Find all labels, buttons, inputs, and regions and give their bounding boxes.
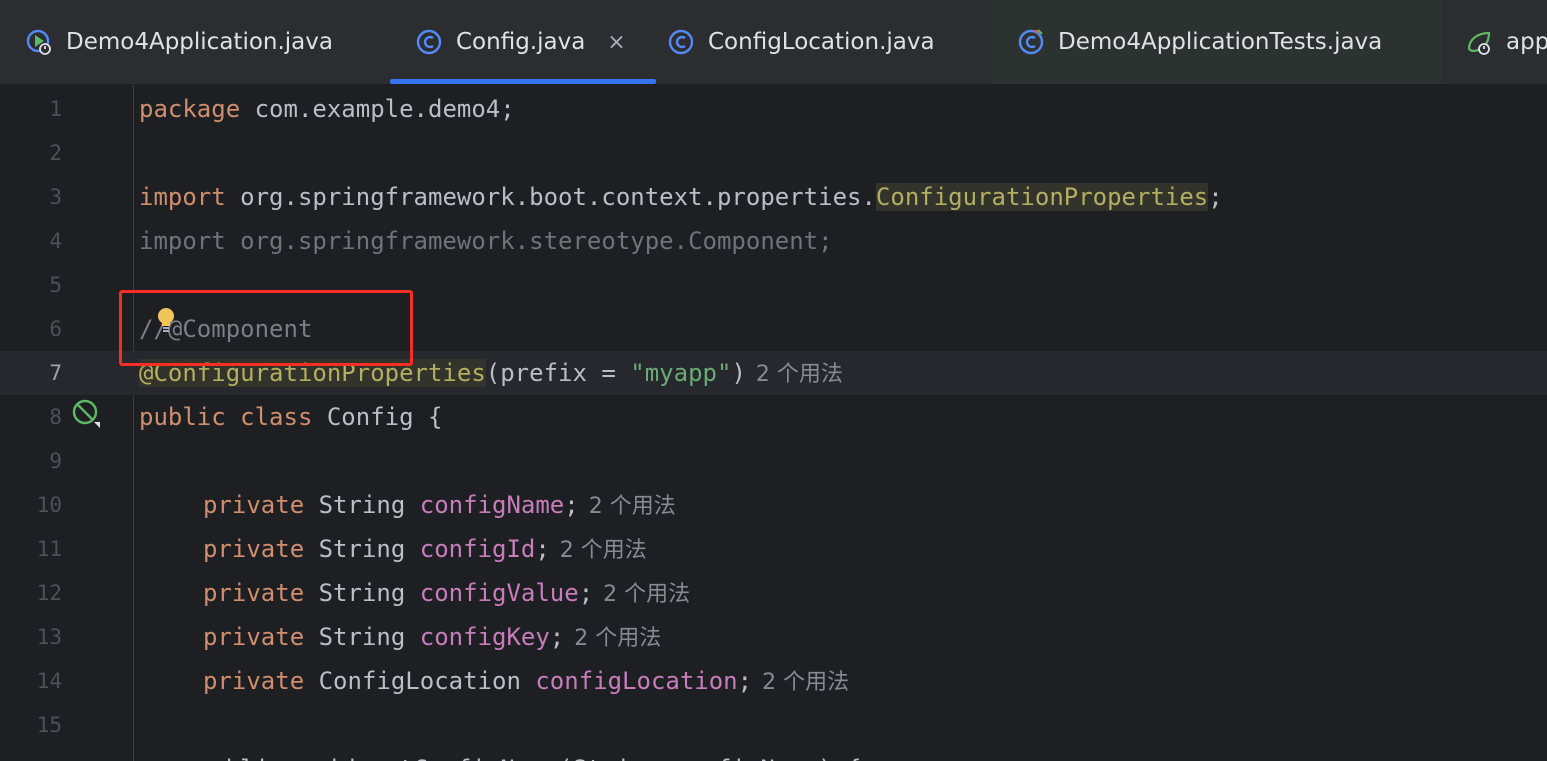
code-editor[interactable]: 1 package com.example.demo4; 2 3 import … xyxy=(0,85,1547,761)
class-icon xyxy=(416,29,442,55)
code-text: private String configValue; 2 个用法 xyxy=(203,579,691,607)
code-line[interactable]: 4 import org.springframework.stereotype.… xyxy=(0,219,1547,263)
spring-config-icon xyxy=(1466,29,1492,55)
usage-hint: 2 个用法 xyxy=(574,626,662,651)
line-number: 15 xyxy=(36,713,62,737)
code-text: public class Config { xyxy=(139,403,443,431)
line-number: 5 xyxy=(49,273,62,297)
code-text: private String configKey; 2 个用法 xyxy=(203,623,662,651)
code-text: private ConfigLocation configLocation; 2 … xyxy=(203,667,850,695)
tab-demo4applicationtests[interactable]: Demo4ApplicationTests.java xyxy=(992,0,1442,84)
usage-hint: 2 个用法 xyxy=(755,362,843,387)
line-number: 9 xyxy=(49,449,62,473)
line-number: 1 xyxy=(49,97,62,121)
line-number: 14 xyxy=(36,669,62,693)
code-line[interactable]: 14 private ConfigLocation configLocation… xyxy=(0,659,1547,703)
code-line-partial[interactable]: public void setConfigName(String configN… xyxy=(0,747,1547,761)
code-line[interactable]: 3 import org.springframework.boot.contex… xyxy=(0,175,1547,219)
tab-demo4application[interactable]: Demo4Application.java xyxy=(26,0,333,84)
line-number: 6 xyxy=(49,317,62,341)
tab-label: Demo4ApplicationTests.java xyxy=(1058,29,1383,55)
tab-label: Demo4Application.java xyxy=(66,29,333,55)
highlight-box xyxy=(119,290,413,366)
code-line[interactable]: 1 package com.example.demo4; xyxy=(0,87,1547,131)
tab-label: app xyxy=(1506,29,1547,55)
tab-label: Config.java xyxy=(456,29,586,55)
tab-app-config[interactable]: app xyxy=(1466,0,1547,84)
code-line[interactable]: 9 xyxy=(0,439,1547,483)
code-text: package com.example.demo4; xyxy=(139,95,515,123)
code-line[interactable]: 8 public class Config { xyxy=(0,395,1547,439)
unused-import-text: import org.springframework.stereotype.Co… xyxy=(139,227,833,255)
editor-tab-bar: Demo4Application.java Config.java × Conf… xyxy=(0,0,1547,85)
code-text: public void setConfigName(String configN… xyxy=(139,747,862,761)
line-number: 4 xyxy=(49,229,62,253)
code-line[interactable]: 12 private String configValue; 2 个用法 xyxy=(0,571,1547,615)
tab-configlocation[interactable]: ConfigLocation.java xyxy=(668,0,935,84)
code-line[interactable]: 15 xyxy=(0,703,1547,747)
usage-hint: 2 个用法 xyxy=(588,494,676,519)
code-text: private String configId; 2 个用法 xyxy=(203,535,647,563)
tab-label: ConfigLocation.java xyxy=(708,29,935,55)
close-icon[interactable]: × xyxy=(607,30,625,55)
code-text: private String configName; 2 个用法 xyxy=(203,491,676,519)
test-class-icon xyxy=(1018,29,1044,55)
usage-hint: 2 个用法 xyxy=(559,538,647,563)
spring-bean-disabled-icon[interactable] xyxy=(70,398,102,430)
line-number: 13 xyxy=(36,625,62,649)
code-line[interactable]: 2 xyxy=(0,131,1547,175)
line-number: 12 xyxy=(36,581,62,605)
tab-config[interactable]: Config.java × xyxy=(390,0,656,84)
class-icon xyxy=(668,29,694,55)
line-number: 2 xyxy=(49,141,62,165)
code-line[interactable]: 10 private String configName; 2 个用法 xyxy=(0,483,1547,527)
usage-hint: 2 个用法 xyxy=(762,670,850,695)
line-number: 10 xyxy=(36,493,62,517)
line-number: 11 xyxy=(36,537,62,561)
usage-hint: 2 个用法 xyxy=(603,582,691,607)
active-tab-indicator xyxy=(390,79,656,84)
line-number: 3 xyxy=(49,185,62,209)
code-line[interactable]: 11 private String configId; 2 个用法 xyxy=(0,527,1547,571)
code-line[interactable]: 13 private String configKey; 2 个用法 xyxy=(0,615,1547,659)
code-text: import org.springframework.boot.context.… xyxy=(139,183,1223,211)
line-number: 7 xyxy=(49,361,62,385)
line-number: 8 xyxy=(49,405,62,429)
spring-boot-run-class-icon xyxy=(26,29,52,55)
